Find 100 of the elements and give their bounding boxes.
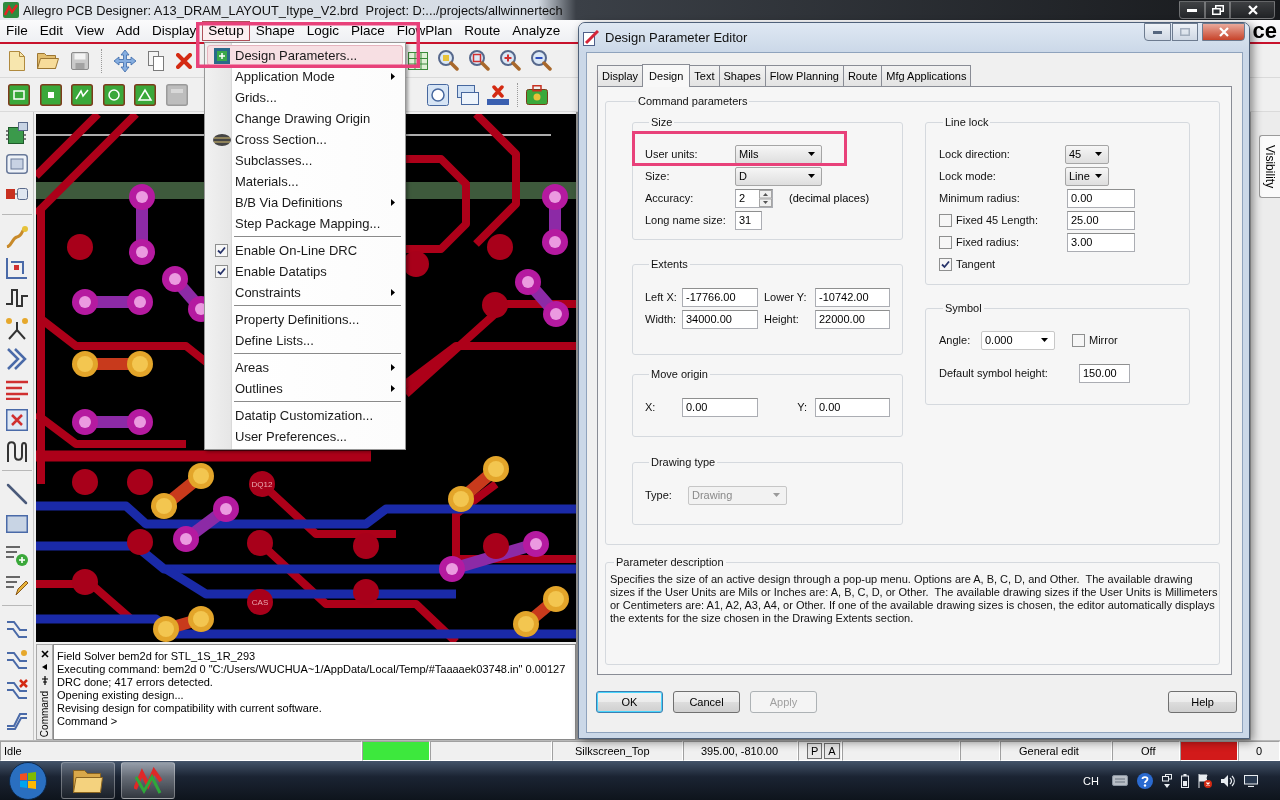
menu-bar-item[interactable]: Display	[146, 21, 203, 41]
tile-icon[interactable]	[165, 83, 188, 106]
tile-icon[interactable]	[39, 83, 62, 106]
menu-bar-item[interactable]: Route	[458, 21, 507, 41]
rectangle-icon[interactable]	[5, 515, 28, 533]
dialog-button[interactable]: Help	[1168, 691, 1237, 713]
text-field[interactable]: 0.00	[682, 397, 758, 417]
tile-icon[interactable]	[134, 83, 156, 106]
line-icon[interactable]	[5, 482, 28, 505]
menu-item[interactable]: Enable On-Line DRC	[207, 240, 403, 261]
zoom-in-icon[interactable]	[500, 50, 521, 71]
battery-icon[interactable]	[1181, 773, 1189, 788]
menu-item[interactable]: Change Drawing Origin	[207, 108, 403, 129]
help-icon[interactable]	[1137, 772, 1153, 789]
spin-field[interactable]: 2	[735, 188, 773, 208]
menu-bar-item[interactable]: Add	[110, 21, 147, 41]
monitor-icon[interactable]	[1244, 774, 1258, 787]
menu-bar-item[interactable]: Logic	[300, 21, 345, 41]
text-field[interactable]: 34000.00	[682, 309, 758, 329]
speaker-icon[interactable]	[1221, 773, 1235, 788]
menu-item[interactable]: User Preferences...	[207, 426, 403, 447]
checkbox[interactable]	[939, 257, 952, 271]
text-field[interactable]: 0.00	[815, 397, 890, 417]
menu-item[interactable]: Application Mode	[207, 66, 403, 87]
fork-icon[interactable]	[5, 317, 28, 340]
save-icon[interactable]	[71, 51, 89, 70]
connector-icon[interactable]	[5, 188, 28, 200]
close-icon[interactable]	[40, 650, 49, 658]
magnifier-icon[interactable]	[469, 50, 490, 71]
start-icon[interactable]	[9, 761, 47, 800]
menu-bar-item[interactable]: Shape	[249, 21, 301, 41]
menu-item[interactable]: Outlines	[207, 378, 403, 399]
tab[interactable]: Display	[597, 65, 644, 86]
copy-icon[interactable]	[148, 50, 164, 71]
text-field[interactable]: 150.00	[1079, 363, 1130, 383]
trace-icon[interactable]	[5, 618, 28, 638]
zoom-out-icon[interactable]	[531, 50, 552, 71]
dropdown[interactable]: Line	[1065, 166, 1109, 186]
dropdown[interactable]: 45	[1065, 144, 1109, 164]
circle-tile-icon[interactable]	[427, 83, 449, 106]
new-file-icon[interactable]	[9, 50, 25, 71]
keyboard-icon[interactable]	[1112, 775, 1128, 786]
tab[interactable]: Text	[689, 65, 720, 86]
toolbox-icon[interactable]	[526, 84, 548, 105]
menu-item[interactable]: Step Package Mapping...	[207, 213, 403, 234]
tab[interactable]: Shapes	[718, 65, 766, 86]
stack-icon[interactable]	[457, 84, 479, 105]
stepper-arrows-icon[interactable]	[759, 189, 772, 207]
chevron-icon[interactable]	[6, 348, 27, 370]
dropdown[interactable]: 0.000	[981, 330, 1055, 350]
menu-bar-item[interactable]: Analyze	[506, 21, 567, 41]
tile-icon[interactable]	[71, 83, 93, 106]
waveform-icon[interactable]	[5, 287, 28, 309]
checkbox[interactable]	[939, 235, 952, 249]
taskbar-button[interactable]	[121, 762, 175, 799]
text-field[interactable]: -10742.00	[815, 287, 890, 307]
magnifier-icon[interactable]	[438, 50, 459, 71]
menu-item[interactable]: B/B Via Definitions	[207, 192, 403, 213]
text-field[interactable]: 31	[735, 210, 762, 230]
menu-bar-item[interactable]: Edit	[33, 21, 70, 41]
text-field[interactable]: 0.00	[1067, 188, 1135, 208]
grid-icon[interactable]	[5, 409, 28, 431]
menu-item[interactable]: Areas	[207, 357, 403, 378]
menu-item[interactable]: Constraints	[207, 282, 403, 303]
text-field[interactable]: 22000.00	[815, 309, 890, 329]
restore-button[interactable]	[1205, 1, 1230, 19]
dialog-button[interactable]: OK	[596, 691, 663, 713]
delete-trace-icon[interactable]	[5, 679, 28, 699]
menu-item[interactable]: Property Definitions...	[207, 309, 403, 330]
component-icon[interactable]	[5, 153, 28, 174]
text-field[interactable]: 3.00	[1067, 232, 1135, 252]
arrow-icon[interactable]	[42, 664, 47, 670]
command-prompt[interactable]: Command >	[57, 715, 572, 728]
console-tab-label[interactable]: Command	[39, 691, 50, 738]
chip-icon[interactable]	[5, 122, 28, 144]
dropdown[interactable]: D	[735, 166, 822, 186]
tile-icon[interactable]	[8, 83, 30, 106]
folder-icon[interactable]	[37, 52, 59, 69]
dialog-button[interactable]: Cancel	[673, 691, 740, 713]
checkbox[interactable]	[1072, 333, 1085, 347]
menu-bar-item[interactable]: Place	[344, 21, 391, 41]
text-field[interactable]: -17766.00	[682, 287, 758, 307]
tab[interactable]: Flow Planning	[764, 65, 844, 86]
tile-icon[interactable]	[102, 83, 125, 106]
bracket-icon[interactable]	[5, 256, 28, 279]
menu-item[interactable]: Define Lists...	[207, 330, 403, 351]
cross-bar-icon[interactable]	[487, 84, 509, 105]
menu-item[interactable]: Enable Datatips	[207, 261, 403, 282]
pin-icon[interactable]	[40, 676, 49, 685]
move-icon[interactable]	[114, 49, 136, 72]
menu-item[interactable]: Subclasses...	[207, 150, 403, 171]
menu-bar-item[interactable]: View	[69, 21, 111, 41]
toggle-button[interactable]: P	[807, 743, 823, 759]
dropdown[interactable]: Mils	[735, 144, 822, 164]
taskbar-button[interactable]	[61, 762, 115, 799]
flag-icon[interactable]	[1198, 773, 1212, 788]
language-indicator[interactable]: CH	[1083, 774, 1099, 787]
list-icon[interactable]	[5, 379, 28, 400]
delete-icon[interactable]	[176, 52, 192, 69]
menu-item[interactable]: Materials...	[207, 171, 403, 192]
